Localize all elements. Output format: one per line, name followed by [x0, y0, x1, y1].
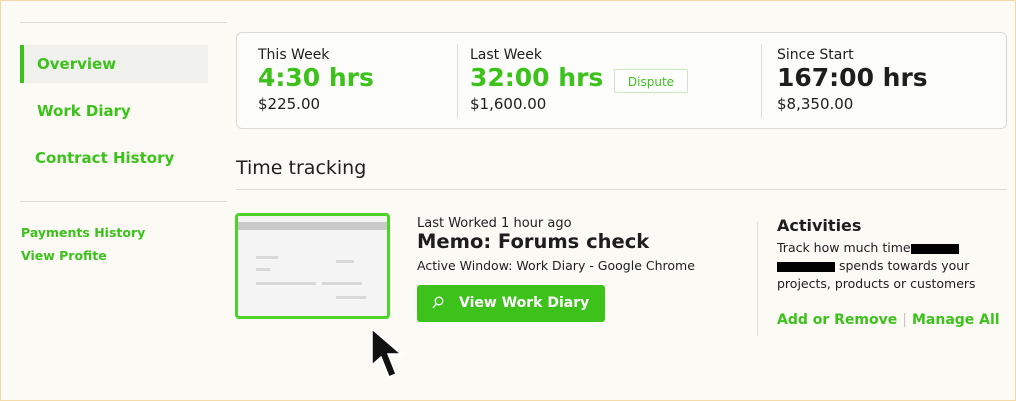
stat-since-start: Since Start 167:00 hrs $8,350.00	[777, 46, 928, 115]
thumbnail-text-line	[256, 268, 270, 271]
add-or-remove-link[interactable]: Add or Remove	[777, 312, 897, 328]
memo-title: Memo: Forums check	[417, 230, 650, 253]
screenshot-thumbnail[interactable]	[235, 213, 390, 319]
stat-label: Last Week	[470, 47, 542, 63]
view-profile-link[interactable]: View Profite	[21, 248, 107, 263]
stat-label: This Week	[258, 47, 330, 63]
section-divider	[236, 189, 1007, 190]
activities-links: Add or Remove | Manage All	[777, 312, 1000, 328]
sidebar-item-work-diary[interactable]: Work Diary	[37, 102, 131, 120]
link-separator: |	[902, 312, 907, 328]
stat-amount: $225.00	[258, 95, 321, 113]
thumbnail-text-line	[322, 282, 362, 285]
thumbnail-text-line	[256, 282, 316, 285]
active-window-text: Active Window: Work Diary - Google Chrom…	[417, 258, 695, 273]
redacted-name	[777, 261, 835, 272]
sidebar-divider-top	[20, 22, 227, 23]
search-icon	[432, 285, 444, 322]
stat-hours: 32:00 hrs	[470, 63, 604, 92]
sidebar-item-overview[interactable]: Overview	[20, 45, 208, 83]
stat-divider	[457, 44, 458, 118]
manage-all-link[interactable]: Manage All	[912, 312, 1000, 328]
activities-description: Track how much time spends towards your …	[777, 239, 1002, 293]
earnings-summary-card: This Week 4:30 hrs $225.00 Last Week 32:…	[236, 32, 1007, 129]
thumbnail-text-line	[336, 296, 366, 299]
stat-divider	[761, 44, 762, 118]
view-work-diary-button[interactable]: View Work Diary	[417, 285, 605, 322]
payments-history-link[interactable]: Payments History	[21, 225, 145, 240]
thumbnail-text-line	[336, 260, 354, 263]
stat-last-week: Last Week 32:00 hrs $1,600.00	[470, 46, 603, 115]
activities-desc-part1: Track how much time	[777, 240, 911, 255]
stat-amount: $8,350.00	[777, 95, 854, 113]
activities-divider	[757, 222, 758, 336]
stat-hours: 4:30 hrs	[258, 63, 374, 92]
view-work-diary-label: View Work Diary	[459, 295, 590, 311]
sidebar-divider	[20, 201, 227, 202]
mouse-cursor-icon	[370, 327, 404, 387]
stat-label: Since Start	[777, 47, 854, 63]
thumbnail-text-line	[256, 256, 278, 259]
stat-hours: 167:00 hrs	[777, 63, 928, 92]
time-tracking-title: Time tracking	[236, 157, 367, 179]
stat-amount: $1,600.00	[470, 95, 547, 113]
stat-this-week: This Week 4:30 hrs $225.00	[258, 46, 374, 115]
dispute-button[interactable]: Dispute	[614, 69, 688, 93]
redacted-name	[910, 243, 959, 254]
sidebar-item-contract-history[interactable]: Contract History	[35, 149, 174, 167]
activities-title: Activities	[777, 216, 862, 235]
thumbnail-toolbar	[238, 222, 387, 230]
